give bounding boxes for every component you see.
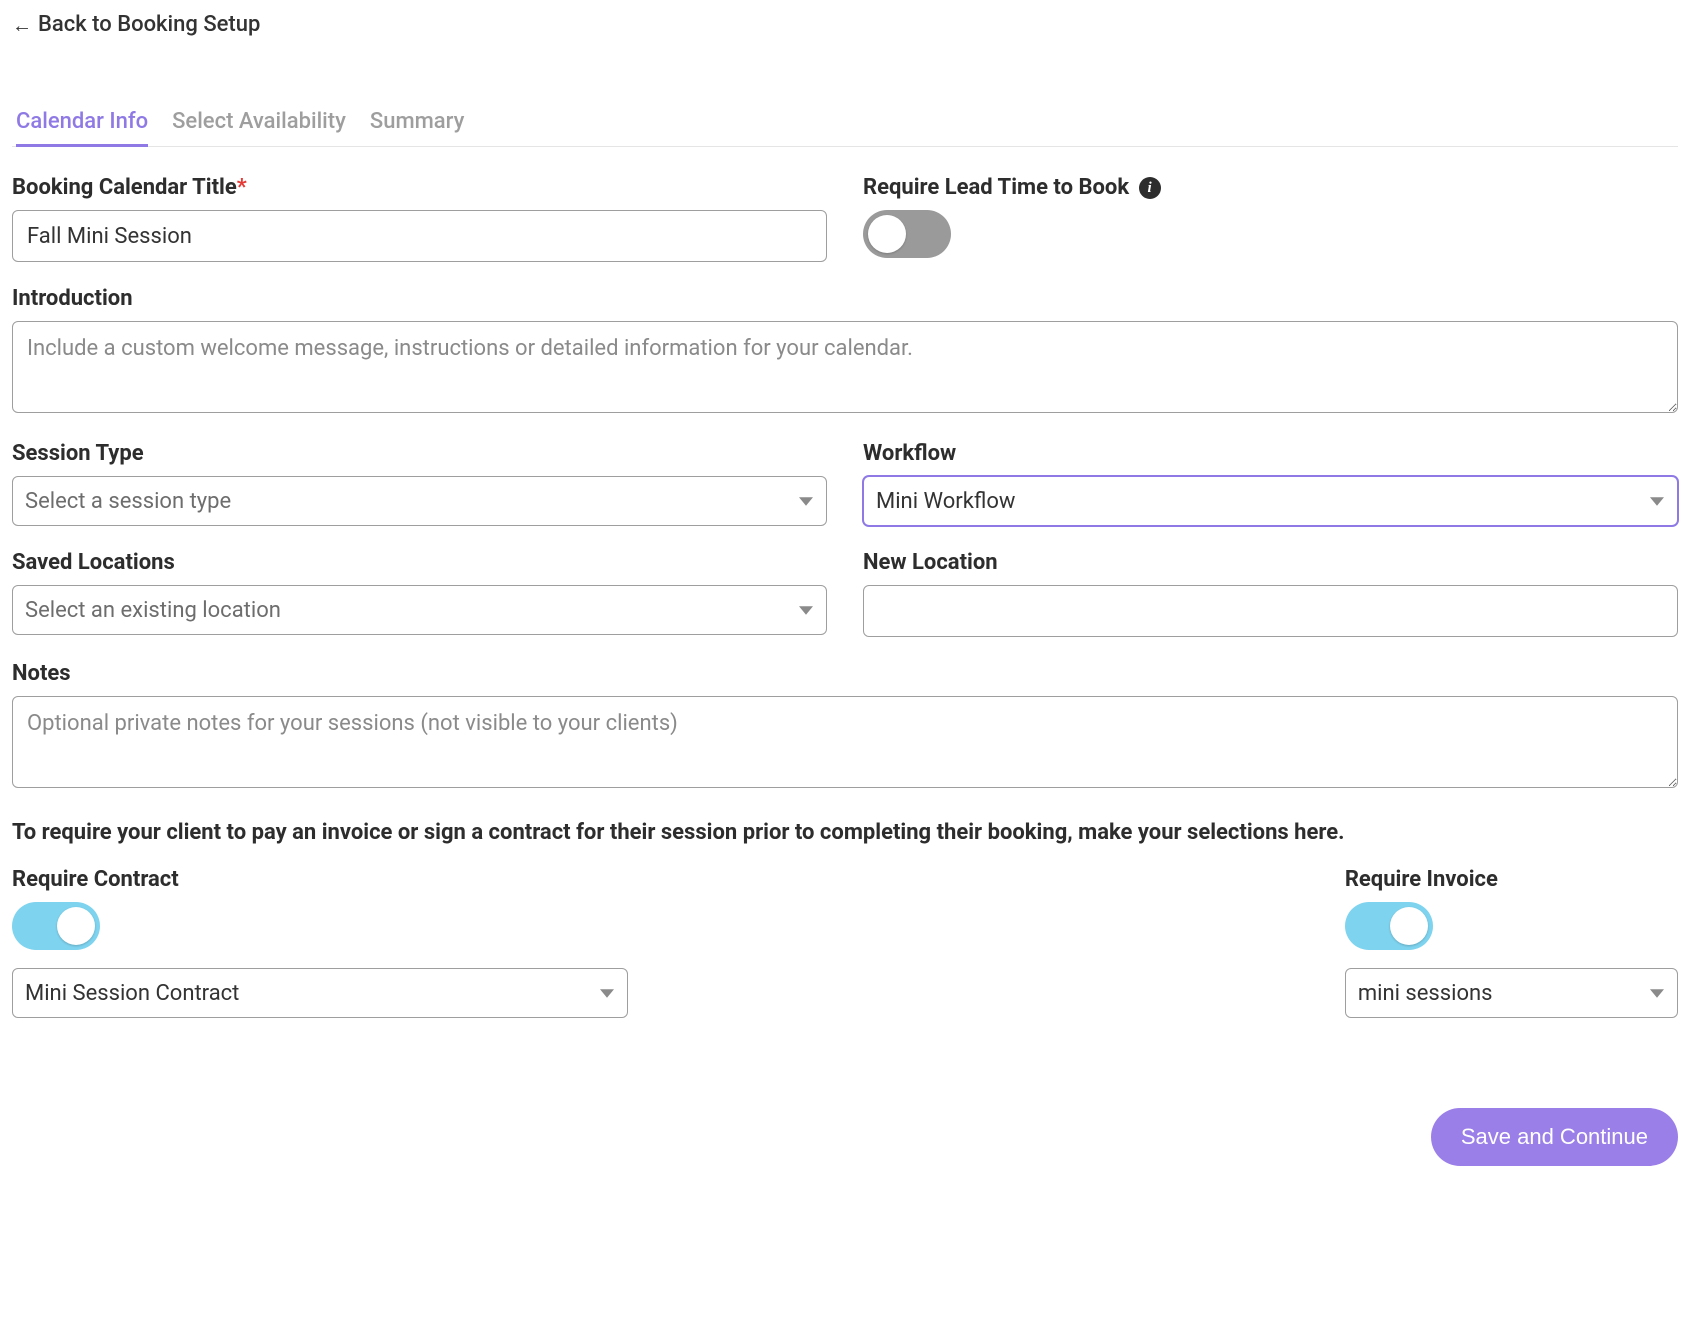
- workflow-value: Mini Workflow: [876, 489, 1015, 514]
- lead-time-label: Require Lead Time to Book i: [863, 175, 1678, 200]
- tab-select-availability[interactable]: Select Availability: [172, 109, 346, 147]
- workflow-label: Workflow: [863, 441, 1678, 466]
- invoice-select[interactable]: mini sessions: [1345, 968, 1678, 1018]
- session-type-label: Session Type: [12, 441, 827, 466]
- workflow-select[interactable]: Mini Workflow: [863, 476, 1678, 526]
- invoice-select-value: mini sessions: [1358, 981, 1493, 1006]
- lead-time-toggle[interactable]: [863, 210, 951, 258]
- new-location-input[interactable]: [863, 585, 1678, 637]
- tab-calendar-info[interactable]: Calendar Info: [16, 109, 148, 147]
- new-location-label: New Location: [863, 550, 1678, 575]
- contract-select-value: Mini Session Contract: [25, 981, 239, 1006]
- tabs-nav: Calendar Info Select Availability Summar…: [12, 109, 1678, 147]
- introduction-textarea[interactable]: [12, 321, 1678, 413]
- info-icon[interactable]: i: [1139, 177, 1161, 199]
- require-invoice-toggle[interactable]: [1345, 902, 1433, 950]
- toggle-knob: [868, 215, 906, 253]
- saved-locations-label: Saved Locations: [12, 550, 827, 575]
- saved-locations-value: Select an existing location: [25, 598, 281, 623]
- require-invoice-label: Require Invoice: [1345, 867, 1678, 892]
- require-section-intro: To require your client to pay an invoice…: [12, 820, 1678, 845]
- introduction-label: Introduction: [12, 286, 1678, 311]
- session-type-value: Select a session type: [25, 489, 231, 514]
- notes-textarea[interactable]: [12, 696, 1678, 788]
- saved-locations-select[interactable]: Select an existing location: [12, 585, 827, 635]
- booking-title-input[interactable]: [12, 210, 827, 262]
- contract-select[interactable]: Mini Session Contract: [12, 968, 628, 1018]
- toggle-knob: [1390, 907, 1428, 945]
- require-contract-label: Require Contract: [12, 867, 628, 892]
- session-type-select[interactable]: Select a session type: [12, 476, 827, 526]
- booking-title-label: Booking Calendar Title*: [12, 175, 827, 200]
- toggle-knob: [57, 907, 95, 945]
- back-to-booking-setup-link[interactable]: ← Back to Booking Setup: [12, 12, 260, 37]
- require-contract-toggle[interactable]: [12, 902, 100, 950]
- back-link-text: Back to Booking Setup: [38, 12, 260, 37]
- notes-label: Notes: [12, 661, 1678, 686]
- tab-summary[interactable]: Summary: [370, 109, 465, 147]
- save-and-continue-button[interactable]: Save and Continue: [1431, 1108, 1678, 1166]
- arrow-left-icon: ←: [12, 15, 32, 35]
